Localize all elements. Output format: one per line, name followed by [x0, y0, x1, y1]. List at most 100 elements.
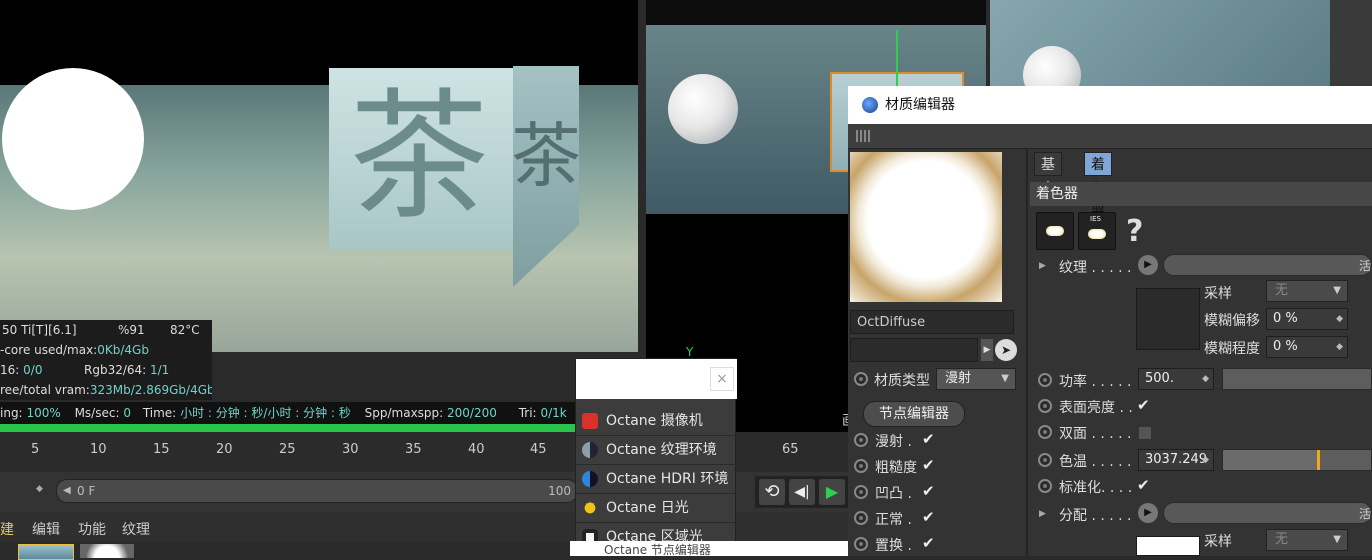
menu-function[interactable]: 功能 — [78, 519, 106, 539]
blur-degree-field[interactable]: 0 % ◆ — [1266, 336, 1348, 358]
channel-roughness-label[interactable]: 粗糙度 — [875, 457, 917, 477]
spp-label: Spp/maxspp: — [364, 406, 444, 420]
channel-radio[interactable] — [854, 537, 868, 551]
spinner-icon[interactable]: ◆ — [1336, 337, 1343, 357]
channel-diffuse-check[interactable]: ✔ — [922, 430, 935, 448]
material-preview[interactable] — [850, 152, 1002, 302]
render-progress-bar — [0, 424, 575, 432]
popup-item-label: Octane 摄像机 — [606, 413, 703, 429]
timeline-tick: 45 — [530, 442, 547, 457]
material-type-dropdown[interactable]: 漫射 ▼ — [936, 368, 1016, 390]
emission-glow-icon — [1046, 226, 1064, 236]
tab-shader[interactable]: 着色器 — [1084, 152, 1112, 221]
channel-bump-label[interactable]: 凹凸 . — [875, 483, 912, 503]
popup-item-hdri-environment[interactable]: Octane HDRI 环境 — [576, 465, 737, 494]
texture-link-button[interactable]: ▶ — [1138, 255, 1158, 275]
popup-item-camera[interactable]: Octane 摄像机 — [576, 407, 737, 436]
blur-offset-field[interactable]: 0 % ◆ — [1266, 308, 1348, 330]
sun-icon: ☀ — [582, 500, 598, 516]
channel-radio[interactable] — [854, 459, 868, 473]
color-temp-field[interactable]: 3037.249 ◆ — [1138, 449, 1214, 471]
column-divider[interactable] — [1026, 148, 1028, 556]
menu-create[interactable]: 建 — [0, 519, 14, 539]
sampling2-dropdown[interactable]: 无 ▼ — [1266, 529, 1348, 551]
rendering-value: 100% — [26, 406, 61, 420]
step-back-icon[interactable]: ◀| — [789, 479, 815, 505]
outcore-value: 0Kb/4Gb — [97, 343, 149, 357]
distribution-link-button[interactable]: ▶ — [1138, 503, 1158, 523]
y-axis-label: Y — [686, 345, 694, 359]
y-axis-handle[interactable] — [896, 30, 898, 90]
frame-spin-icon[interactable]: ◆ — [36, 484, 43, 494]
color-temp-marker[interactable] — [1317, 450, 1320, 470]
surface-brightness-label: 表面亮度 . . — [1059, 400, 1133, 416]
material-thumbnail[interactable] — [18, 544, 74, 560]
power-radio[interactable] — [1038, 373, 1052, 387]
popup-item-texture-environment[interactable]: Octane 纹理环境 — [576, 436, 737, 465]
channel-normal-check[interactable]: ✔ — [922, 508, 935, 526]
channel-radio[interactable] — [854, 485, 868, 499]
material-link-field[interactable] — [850, 338, 978, 362]
channel-radio[interactable] — [854, 433, 868, 447]
material-type-radio[interactable] — [854, 372, 868, 386]
help-icon[interactable]: ? — [1126, 214, 1143, 249]
power-slider[interactable] — [1222, 368, 1372, 390]
channel-roughness-check[interactable]: ✔ — [922, 456, 935, 474]
node-editor-button[interactable]: 节点编辑器 — [863, 401, 965, 427]
distribution-slider[interactable]: 活 — [1163, 502, 1372, 524]
ms-value: 0 — [123, 406, 131, 420]
slider-start-label: 0 F — [77, 484, 96, 498]
pick-cursor-icon[interactable]: ➤ — [995, 339, 1017, 361]
light-shader-button[interactable] — [1036, 212, 1074, 250]
channel-diffuse-label[interactable]: 漫射 . — [875, 431, 912, 451]
channel-displacement-label[interactable]: 置换 . — [875, 535, 912, 555]
color-temp-slider[interactable] — [1222, 449, 1372, 471]
power-field[interactable]: 500. ◆ — [1138, 368, 1214, 390]
normalize-check[interactable]: ✔ — [1137, 476, 1150, 494]
popup-item-label: Octane 日光 — [606, 500, 689, 516]
octane-live-viewer[interactable]: 茶 茶 50 Ti[T][6.1] %91 82°C — [0, 0, 638, 352]
close-icon[interactable]: × — [710, 367, 734, 391]
grip-icon[interactable] — [856, 130, 870, 142]
spinner-icon[interactable]: ◆ — [1202, 369, 1209, 389]
spinner-icon[interactable]: ◆ — [1336, 309, 1343, 329]
color-temp-fill — [1223, 450, 1317, 470]
menu-texture[interactable]: 纹理 — [122, 519, 150, 539]
rendering-label: ing: — [0, 406, 23, 420]
normalize-radio[interactable] — [1038, 479, 1052, 493]
hdri-environment-icon — [582, 471, 598, 487]
camera-icon — [582, 413, 598, 429]
double-sided-checkbox[interactable] — [1138, 426, 1152, 440]
texture-swatch[interactable] — [1136, 288, 1200, 350]
channel-normal-label[interactable]: 正常 . — [875, 509, 912, 529]
viewport-sky — [646, 0, 986, 25]
surface-brightness-radio[interactable] — [1038, 399, 1052, 413]
spinner-icon[interactable]: ◆ — [1202, 450, 1209, 470]
channel-displacement-check[interactable]: ✔ — [922, 534, 935, 552]
surface-brightness-check[interactable]: ✔ — [1137, 396, 1150, 414]
channel-radio[interactable] — [854, 511, 868, 525]
ies-shader-button[interactable]: IES — [1078, 212, 1116, 250]
texture-slider[interactable]: 活 — [1163, 254, 1372, 276]
menu-edit[interactable]: 编辑 — [32, 519, 60, 539]
expand-arrow-icon[interactable]: ▶ — [1039, 509, 1046, 519]
color-temp-radio[interactable] — [1038, 453, 1052, 467]
frame-range-slider[interactable]: ◀ 0 F 100 — [56, 479, 578, 503]
node-editor-window-title[interactable]: Octane 节点编辑器 — [570, 541, 848, 556]
material-name-field[interactable]: OctDiffuse — [850, 310, 1014, 334]
loop-icon[interactable]: ⟲ — [759, 479, 785, 505]
distribution-swatch[interactable] — [1136, 536, 1200, 556]
sun-sphere — [2, 68, 144, 210]
texture-label: 纹理 . . . . . — [1059, 260, 1132, 276]
camera-viewport[interactable] — [990, 0, 1330, 86]
slider-left-arrow-icon[interactable]: ◀ — [63, 480, 71, 502]
expand-arrow-icon[interactable]: ▶ — [1039, 261, 1046, 271]
material-editor-titlebar[interactable]: 材质编辑器 — [848, 86, 1372, 124]
play-icon[interactable]: ▶ — [819, 479, 845, 505]
popup-item-daylight[interactable]: ☀ Octane 日光 — [576, 494, 737, 523]
link-arrow-icon[interactable]: ▶ — [981, 339, 993, 361]
tab-basic[interactable]: 基本 — [1034, 152, 1062, 197]
channel-bump-check[interactable]: ✔ — [922, 482, 935, 500]
sampling-dropdown[interactable]: 无 ▼ — [1266, 280, 1348, 302]
double-sided-radio[interactable] — [1038, 425, 1052, 439]
